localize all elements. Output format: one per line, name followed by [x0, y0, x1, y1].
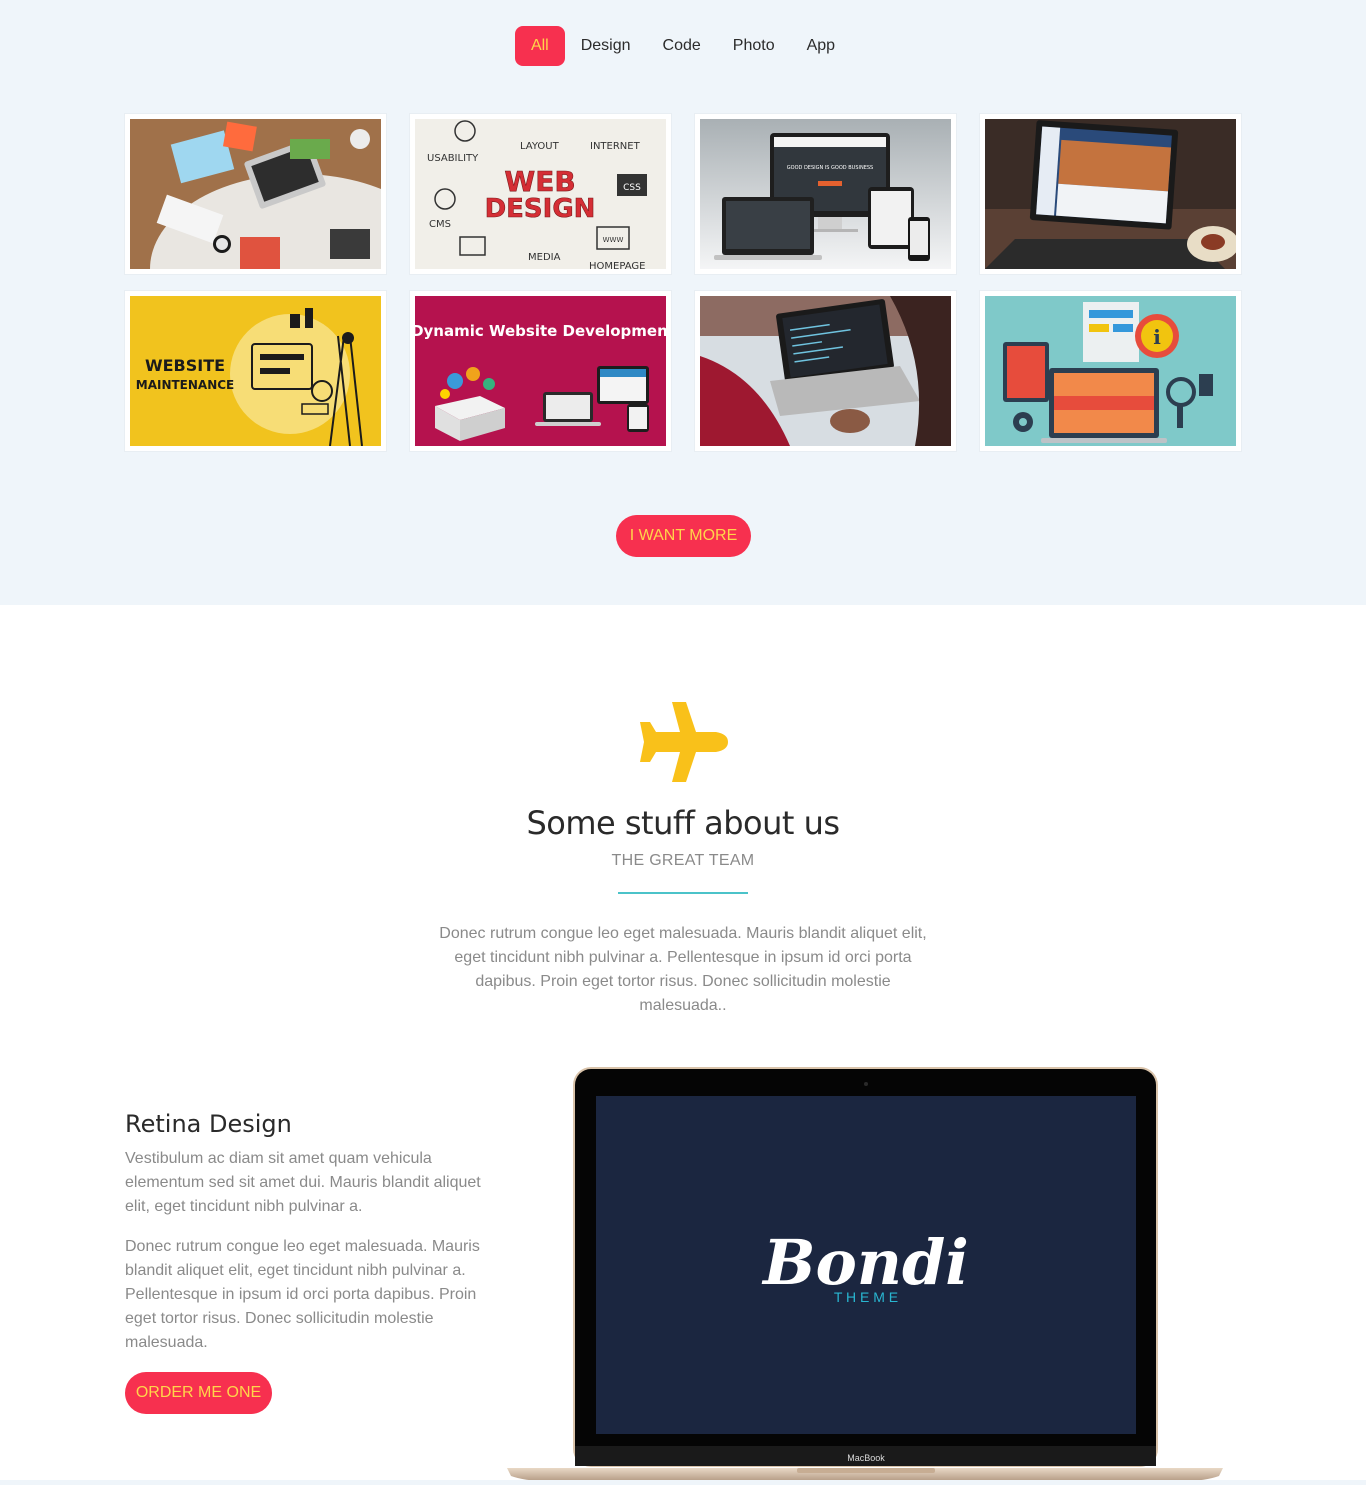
- airplane-icon: [640, 702, 728, 782]
- dynamic-website-image: Dynamic Website Development: [415, 296, 666, 446]
- theme-label: T H E M E: [834, 1289, 898, 1305]
- maintenance-image: WEBSITE MAINTENANCE: [130, 296, 381, 446]
- macbook-label: MacBook: [847, 1453, 885, 1463]
- svg-text:WEBSITE: WEBSITE: [145, 356, 225, 375]
- about-text: Donec rutrum congue leo eget malesuada. …: [439, 925, 927, 1014]
- portfolio-section: All Design Code Photo App WEB DESIGN USA…: [0, 0, 1366, 605]
- portfolio-grid: WEB DESIGN USABILITY LAYOUT INTERNET CMS…: [125, 114, 1241, 451]
- web-design-image: WEB DESIGN USABILITY LAYOUT INTERNET CMS…: [415, 119, 666, 269]
- portfolio-item-desk[interactable]: [125, 114, 386, 274]
- portfolio-item-maintenance[interactable]: WEBSITE MAINTENANCE: [125, 291, 386, 451]
- portfolio-item-laptop[interactable]: [980, 114, 1241, 274]
- portfolio-item-dynamic[interactable]: Dynamic Website Development: [410, 291, 671, 451]
- desk-photo-image: [130, 119, 381, 269]
- laptop-photo-image: [985, 119, 1236, 269]
- responsive-mockup-image: GOOD DESIGN IS GOOD BUSINESS: [700, 119, 951, 269]
- svg-text:MEDIA: MEDIA: [528, 252, 561, 263]
- portfolio-item-coding[interactable]: [695, 291, 956, 451]
- svg-text:HOMEPAGE: HOMEPAGE: [589, 261, 645, 269]
- svg-text:INTERNET: INTERNET: [590, 141, 641, 152]
- filter-design[interactable]: Design: [565, 26, 647, 66]
- portfolio-item-web-design[interactable]: WEB DESIGN USABILITY LAYOUT INTERNET CMS…: [410, 114, 671, 274]
- svg-text:CMS: CMS: [429, 219, 451, 230]
- feature-paragraph-2: Donec rutrum congue leo eget malesuada. …: [125, 1238, 480, 1351]
- filter-app[interactable]: App: [791, 26, 851, 66]
- portfolio-item-responsive[interactable]: GOOD DESIGN IS GOOD BUSINESS: [695, 114, 956, 274]
- svg-text:USABILITY: USABILITY: [427, 153, 479, 164]
- svg-text:i: i: [1153, 325, 1161, 349]
- i-want-more-button[interactable]: I WANT MORE: [616, 515, 751, 557]
- svg-text:MAINTENANCE: MAINTENANCE: [136, 378, 235, 392]
- macbook-mockup: Bondi T H E M E MacBook: [507, 1067, 1223, 1481]
- svg-text:Dynamic Website Development: Dynamic Website Development: [415, 322, 666, 340]
- order-me-one-button[interactable]: ORDER ME ONE: [125, 1372, 272, 1414]
- coding-photo-image: [700, 296, 951, 446]
- filter-all[interactable]: All: [514, 26, 565, 66]
- svg-text:GOOD DESIGN IS GOOD BUSINESS: GOOD DESIGN IS GOOD BUSINESS: [787, 165, 873, 171]
- filter-code[interactable]: Code: [647, 26, 717, 66]
- about-subtitle: THE GREAT TEAM: [611, 852, 755, 869]
- section-footer-edge: [0, 1480, 1366, 1485]
- svg-text:CSS: CSS: [623, 183, 641, 193]
- svg-text:WWW: WWW: [603, 236, 624, 244]
- feature-paragraph-1: Vestibulum ac diam sit amet quam vehicul…: [125, 1150, 481, 1215]
- portfolio-item-analytics[interactable]: i: [980, 291, 1241, 451]
- svg-text:LAYOUT: LAYOUT: [520, 141, 560, 152]
- section-divider: [618, 892, 748, 894]
- analytics-image: i: [985, 296, 1236, 446]
- filter-photo[interactable]: Photo: [717, 26, 791, 66]
- portfolio-filters: All Design Code Photo App: [0, 26, 1366, 66]
- about-title: Some stuff about us: [526, 804, 840, 842]
- svg-text:DESIGN: DESIGN: [485, 194, 596, 224]
- feature-title: Retina Design: [125, 1110, 292, 1138]
